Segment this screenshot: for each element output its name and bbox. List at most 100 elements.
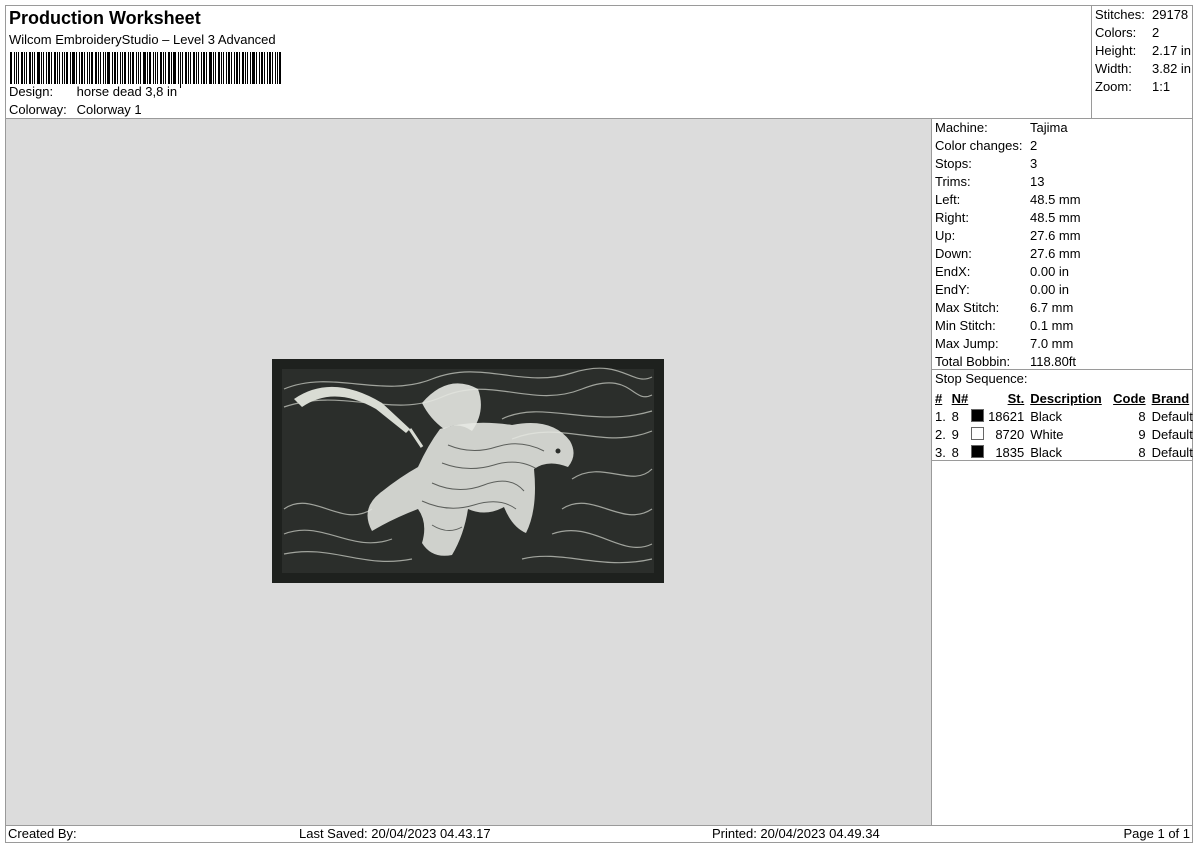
- stop-sequence-title: Stop Sequence:: [935, 371, 1028, 386]
- barcode-bar: [226, 52, 227, 84]
- machine-label: Color changes:: [935, 138, 1023, 153]
- barcode-bar: [228, 52, 230, 84]
- machine-value: 27.6 mm: [1030, 246, 1081, 261]
- barcode-bar: [10, 52, 12, 84]
- col-header-brand: Brand: [1151, 390, 1190, 406]
- summary-value: 1:1: [1152, 79, 1171, 94]
- barcode-bar: [81, 52, 83, 84]
- colorway-label: Colorway:: [9, 102, 67, 117]
- barcode-bar: [275, 52, 276, 84]
- barcode-bar: [140, 52, 141, 84]
- col-header-description: Description: [1030, 390, 1102, 406]
- machine-row: EndY: 0.00 in: [935, 281, 1081, 299]
- barcode-bar: [261, 52, 263, 84]
- created-by: Created By:: [8, 826, 77, 841]
- summary-row-zoom: Zoom: 1:1: [1095, 78, 1191, 96]
- machine-row: Right: 48.5 mm: [935, 209, 1081, 227]
- summary-label: Height:: [1095, 43, 1137, 58]
- barcode-bar: [279, 52, 281, 84]
- barcode-bar: [26, 52, 27, 84]
- barcode-bar: [206, 52, 207, 84]
- stop-num: 2.: [935, 426, 946, 442]
- stop-needle: 9: [951, 426, 959, 442]
- stop-swatch-cell: [971, 443, 988, 461]
- barcode-bar: [221, 52, 222, 84]
- stop-code: 8: [1138, 408, 1146, 424]
- barcode-bar: [91, 52, 93, 84]
- barcode-bar: [79, 52, 80, 84]
- barcode-bar: [84, 52, 85, 84]
- table-row: 1. 8 18621 Black 8 Default: [933, 407, 1200, 425]
- barcode-bar: [143, 52, 146, 84]
- machine-row: EndX: 0.00 in: [935, 263, 1081, 281]
- barcode-bar: [46, 52, 47, 84]
- barcode-bar: [209, 52, 212, 84]
- barcode-bar: [250, 52, 251, 84]
- machine-divider: [932, 369, 1193, 370]
- stop-num: 1.: [935, 408, 946, 424]
- barcode-bar: [247, 52, 248, 84]
- barcode-bar: [231, 52, 232, 84]
- col-header-needle: N#: [951, 390, 969, 406]
- machine-label: Trims:: [935, 174, 971, 189]
- barcode-bar: [132, 52, 134, 84]
- machine-label: Stops:: [935, 156, 972, 171]
- col-header-code: Code: [1113, 390, 1146, 406]
- machine-value: Tajima: [1030, 120, 1068, 135]
- stop-swatch-cell: [971, 425, 988, 443]
- barcode-bar: [157, 52, 158, 84]
- barcode-bar: [124, 52, 126, 84]
- machine-row: Color changes: 2: [935, 137, 1081, 155]
- barcode-bar: [168, 52, 170, 84]
- barcode-bar: [198, 52, 199, 84]
- barcode-bar: [234, 52, 235, 84]
- barcode-bar: [264, 52, 265, 84]
- machine-value: 48.5 mm: [1030, 210, 1081, 225]
- barcode-bar: [66, 52, 68, 84]
- embroidery-patch-preview: [272, 359, 664, 583]
- summary-value: 2: [1152, 25, 1160, 40]
- barcode-bar: [272, 52, 273, 84]
- barcode-bar: [105, 52, 106, 84]
- barcode-bar: [112, 52, 113, 84]
- barcode-bar: [14, 52, 15, 84]
- summary-value: 3.82 in: [1152, 61, 1192, 76]
- barcode-bar: [185, 52, 187, 84]
- machine-label: Up:: [935, 228, 956, 243]
- barcode-bar: [178, 52, 179, 84]
- machine-row: Stops: 3: [935, 155, 1081, 173]
- barcode-bar: [32, 52, 33, 84]
- colorway-row: Colorway: Colorway 1: [9, 102, 142, 117]
- barcode-bar: [43, 52, 44, 84]
- machine-value: 27.6 mm: [1030, 228, 1081, 243]
- barcode-bar: [72, 52, 75, 84]
- machine-label: EndY:: [935, 282, 970, 297]
- worksheet-header: Production Worksheet Wilcom EmbroiderySt…: [6, 6, 1091, 118]
- barcode-bar: [62, 52, 63, 84]
- page-number: Page 1 of 1: [1123, 826, 1191, 841]
- barcode-bar: [239, 52, 240, 84]
- software-name: Wilcom EmbroideryStudio – Level 3 Advanc…: [9, 32, 276, 47]
- barcode-bar: [269, 52, 271, 84]
- machine-value: 2: [1030, 138, 1038, 153]
- barcode-bar: [120, 52, 121, 84]
- barcode-bar: [193, 52, 195, 84]
- machine-value: 0.00 in: [1030, 264, 1070, 279]
- stop-stitches: 1835: [995, 444, 1025, 460]
- summary-value: 29178: [1152, 7, 1189, 22]
- barcode-bar: [256, 52, 257, 84]
- design-preview-canvas: [6, 119, 931, 825]
- stop-code: 9: [1138, 426, 1146, 442]
- barcode-bar: [196, 52, 197, 84]
- col-header-swatch: [971, 389, 988, 407]
- machine-label: Left:: [935, 192, 961, 207]
- stop-stitches: 8720: [995, 426, 1025, 442]
- barcode-bar: [180, 52, 181, 88]
- machine-row: Machine: Tajima: [935, 119, 1081, 137]
- table-row: 2. 9 8720 White 9 Default: [933, 425, 1200, 443]
- barcode-bar: [147, 52, 148, 84]
- summary-value: 2.17 in: [1152, 43, 1192, 58]
- machine-label: Max Jump:: [935, 336, 999, 351]
- summary-label: Zoom:: [1095, 79, 1132, 94]
- machine-label: Right:: [935, 210, 969, 225]
